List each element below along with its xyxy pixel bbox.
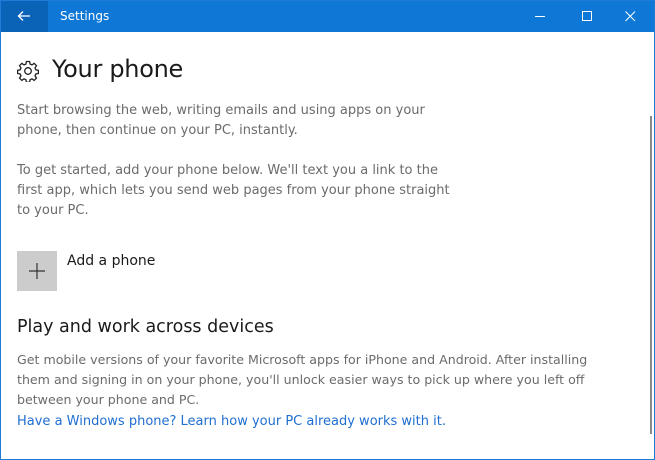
- add-phone-label: Add a phone: [67, 253, 156, 269]
- windows-phone-link[interactable]: Have a Windows phone? Learn how your PC …: [17, 414, 446, 429]
- close-icon: [625, 11, 636, 22]
- maximize-button[interactable]: [564, 1, 611, 32]
- settings-content: Your phone Start browsing the web, writi…: [1, 32, 654, 459]
- instructions-text: To get started, add your phone below. We…: [17, 163, 450, 218]
- plus-icon: [29, 263, 45, 279]
- title-bar: Settings: [1, 1, 654, 32]
- add-phone-button[interactable]: Add a phone: [17, 251, 177, 291]
- section-title: Play and work across devices: [17, 317, 274, 337]
- close-button[interactable]: [607, 1, 654, 32]
- minimize-icon: [535, 16, 545, 17]
- back-button[interactable]: [1, 1, 48, 32]
- devices-description: Get mobile versions of your favorite Mic…: [17, 352, 588, 407]
- maximize-icon: [582, 11, 592, 21]
- window-title: Settings: [60, 9, 110, 23]
- scrollbar[interactable]: [650, 116, 652, 434]
- add-phone-tile[interactable]: [17, 251, 57, 291]
- page-title: Your phone: [52, 55, 183, 83]
- intro-text: Start browsing the web, writing emails a…: [17, 103, 425, 138]
- gear-icon: [17, 60, 39, 82]
- settings-window: Settings Your phone Start browsing the w…: [0, 0, 655, 460]
- minimize-button[interactable]: [517, 1, 564, 32]
- back-arrow-icon: [17, 11, 30, 21]
